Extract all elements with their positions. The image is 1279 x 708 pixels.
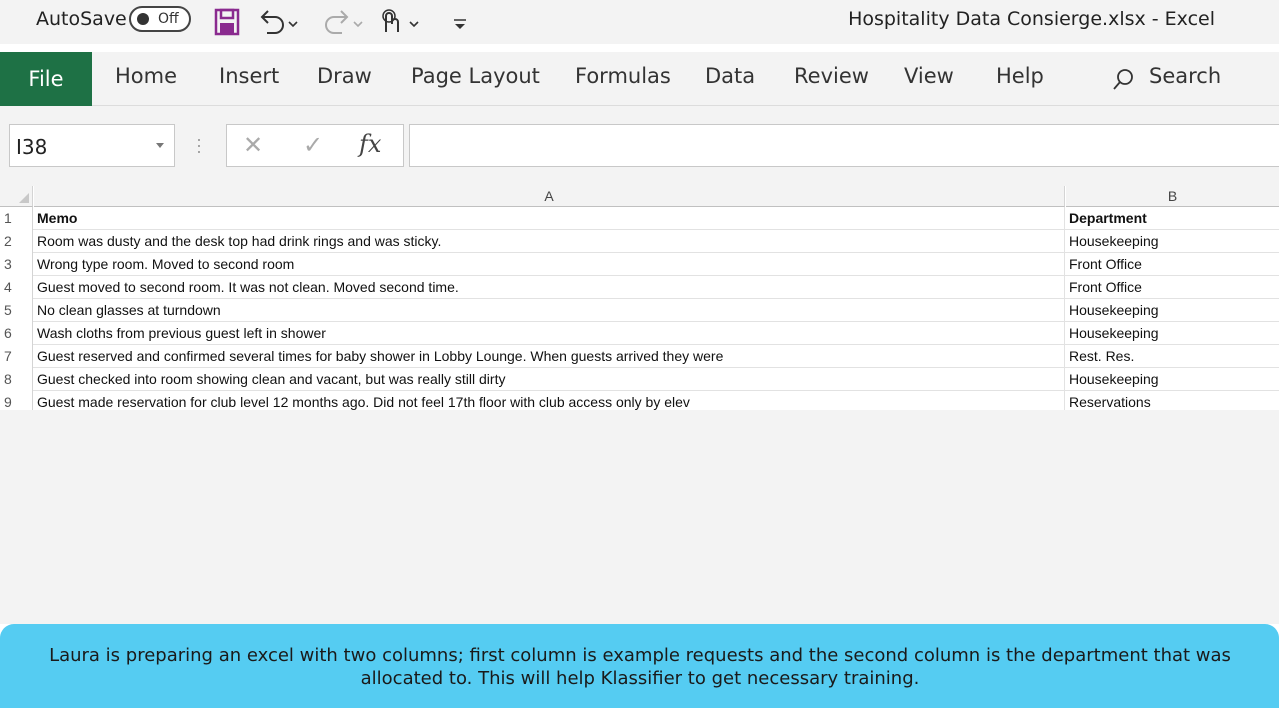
tab-home[interactable]: Home bbox=[115, 64, 177, 88]
save-icon[interactable] bbox=[214, 8, 240, 36]
caption-banner: Laura is preparing an excel with two col… bbox=[0, 624, 1279, 708]
tab-page-layout[interactable]: Page Layout bbox=[411, 64, 540, 88]
tab-draw[interactable]: Draw bbox=[317, 64, 372, 88]
row-number[interactable]: 8 bbox=[0, 368, 33, 391]
row-number[interactable]: 1 bbox=[0, 207, 33, 230]
enter-check-icon[interactable]: ✓ bbox=[303, 131, 323, 160]
title-bar: AutoSave Off Hospitality Data Consierge.… bbox=[0, 0, 1279, 44]
cell-b[interactable]: Rest. Res. bbox=[1066, 345, 1279, 368]
cell-a[interactable]: Guest moved to second room. It was not c… bbox=[34, 276, 1065, 299]
cell-b[interactable]: Department bbox=[1066, 207, 1279, 230]
autosave-label: AutoSave bbox=[36, 8, 127, 30]
redo-icon[interactable] bbox=[322, 8, 366, 36]
cell-a[interactable]: Wrong type room. Moved to second room bbox=[34, 253, 1065, 276]
formula-input[interactable] bbox=[409, 124, 1279, 167]
tab-view[interactable]: View bbox=[904, 64, 954, 88]
toggle-knob bbox=[137, 13, 149, 25]
search-label[interactable]: Search bbox=[1149, 64, 1221, 88]
tab-help[interactable]: Help bbox=[996, 64, 1044, 88]
customize-toolbar-icon[interactable] bbox=[452, 8, 468, 36]
cell-b[interactable]: Front Office bbox=[1066, 253, 1279, 276]
undo-icon[interactable] bbox=[257, 8, 301, 36]
empty-grid-area bbox=[0, 410, 1279, 624]
cell-a[interactable]: Guest checked into room showing clean an… bbox=[34, 368, 1065, 391]
row-number[interactable]: 2 bbox=[0, 230, 33, 253]
tab-formulas[interactable]: Formulas bbox=[575, 64, 671, 88]
row-number[interactable]: 3 bbox=[0, 253, 33, 276]
tab-data[interactable]: Data bbox=[705, 64, 755, 88]
cell-b[interactable]: Housekeeping bbox=[1066, 322, 1279, 345]
name-box-value: I38 bbox=[16, 135, 48, 159]
cell-a[interactable]: Memo bbox=[34, 207, 1065, 230]
formula-bar: I38 · · · ✕ ✓ fx bbox=[0, 106, 1279, 186]
table-row: 4 Guest moved to second room. It was not… bbox=[0, 276, 1279, 299]
more-dots-icon: · · · bbox=[196, 129, 202, 161]
select-all-corner[interactable] bbox=[0, 186, 33, 207]
column-header-b[interactable]: B bbox=[1066, 186, 1279, 207]
cell-a[interactable]: Wash cloths from previous guest left in … bbox=[34, 322, 1065, 345]
tab-insert[interactable]: Insert bbox=[219, 64, 279, 88]
caption-text: Laura is preparing an excel with two col… bbox=[49, 645, 1231, 689]
table-row: 5 No clean glasses at turndown Housekeep… bbox=[0, 299, 1279, 322]
touch-mode-icon[interactable] bbox=[376, 8, 424, 36]
spreadsheet-grid: A B 1 Memo Department 2 Room was dusty a… bbox=[0, 186, 1279, 624]
autosave-state: Off bbox=[158, 11, 179, 27]
tab-review[interactable]: Review bbox=[794, 64, 869, 88]
tab-file[interactable]: File bbox=[0, 52, 92, 106]
ribbon-tabs: File Home Insert Draw Page Layout Formul… bbox=[0, 52, 1279, 106]
cell-a[interactable]: Guest reserved and confirmed several tim… bbox=[34, 345, 1065, 368]
cancel-icon[interactable]: ✕ bbox=[243, 131, 263, 160]
column-header-a[interactable]: A bbox=[34, 186, 1065, 207]
row-number[interactable]: 7 bbox=[0, 345, 33, 368]
row-number[interactable]: 4 bbox=[0, 276, 33, 299]
insert-function-icon[interactable]: fx bbox=[359, 130, 381, 158]
table-row: 8 Guest checked into room showing clean … bbox=[0, 368, 1279, 391]
table-row: 7 Guest reserved and confirmed several t… bbox=[0, 345, 1279, 368]
cell-b[interactable]: Housekeeping bbox=[1066, 299, 1279, 322]
cell-b[interactable]: Housekeeping bbox=[1066, 230, 1279, 253]
chevron-down-icon[interactable] bbox=[156, 143, 164, 148]
cell-b[interactable]: Front Office bbox=[1066, 276, 1279, 299]
row-number[interactable]: 5 bbox=[0, 299, 33, 322]
cell-b[interactable]: Housekeeping bbox=[1066, 368, 1279, 391]
search-icon[interactable] bbox=[1112, 68, 1134, 92]
autosave-toggle[interactable]: Off bbox=[129, 6, 191, 32]
table-row: 2 Room was dusty and the desk top had dr… bbox=[0, 230, 1279, 253]
row-number[interactable]: 6 bbox=[0, 322, 33, 345]
formula-buttons: ✕ ✓ fx bbox=[226, 124, 404, 167]
table-row: 1 Memo Department bbox=[0, 207, 1279, 230]
cell-a[interactable]: Room was dusty and the desk top had drin… bbox=[34, 230, 1065, 253]
cell-a[interactable]: No clean glasses at turndown bbox=[34, 299, 1065, 322]
document-title: Hospitality Data Consierge.xlsx - Excel bbox=[848, 8, 1215, 30]
table-row: 3 Wrong type room. Moved to second room … bbox=[0, 253, 1279, 276]
table-row: 6 Wash cloths from previous guest left i… bbox=[0, 322, 1279, 345]
name-box[interactable]: I38 bbox=[9, 124, 175, 167]
